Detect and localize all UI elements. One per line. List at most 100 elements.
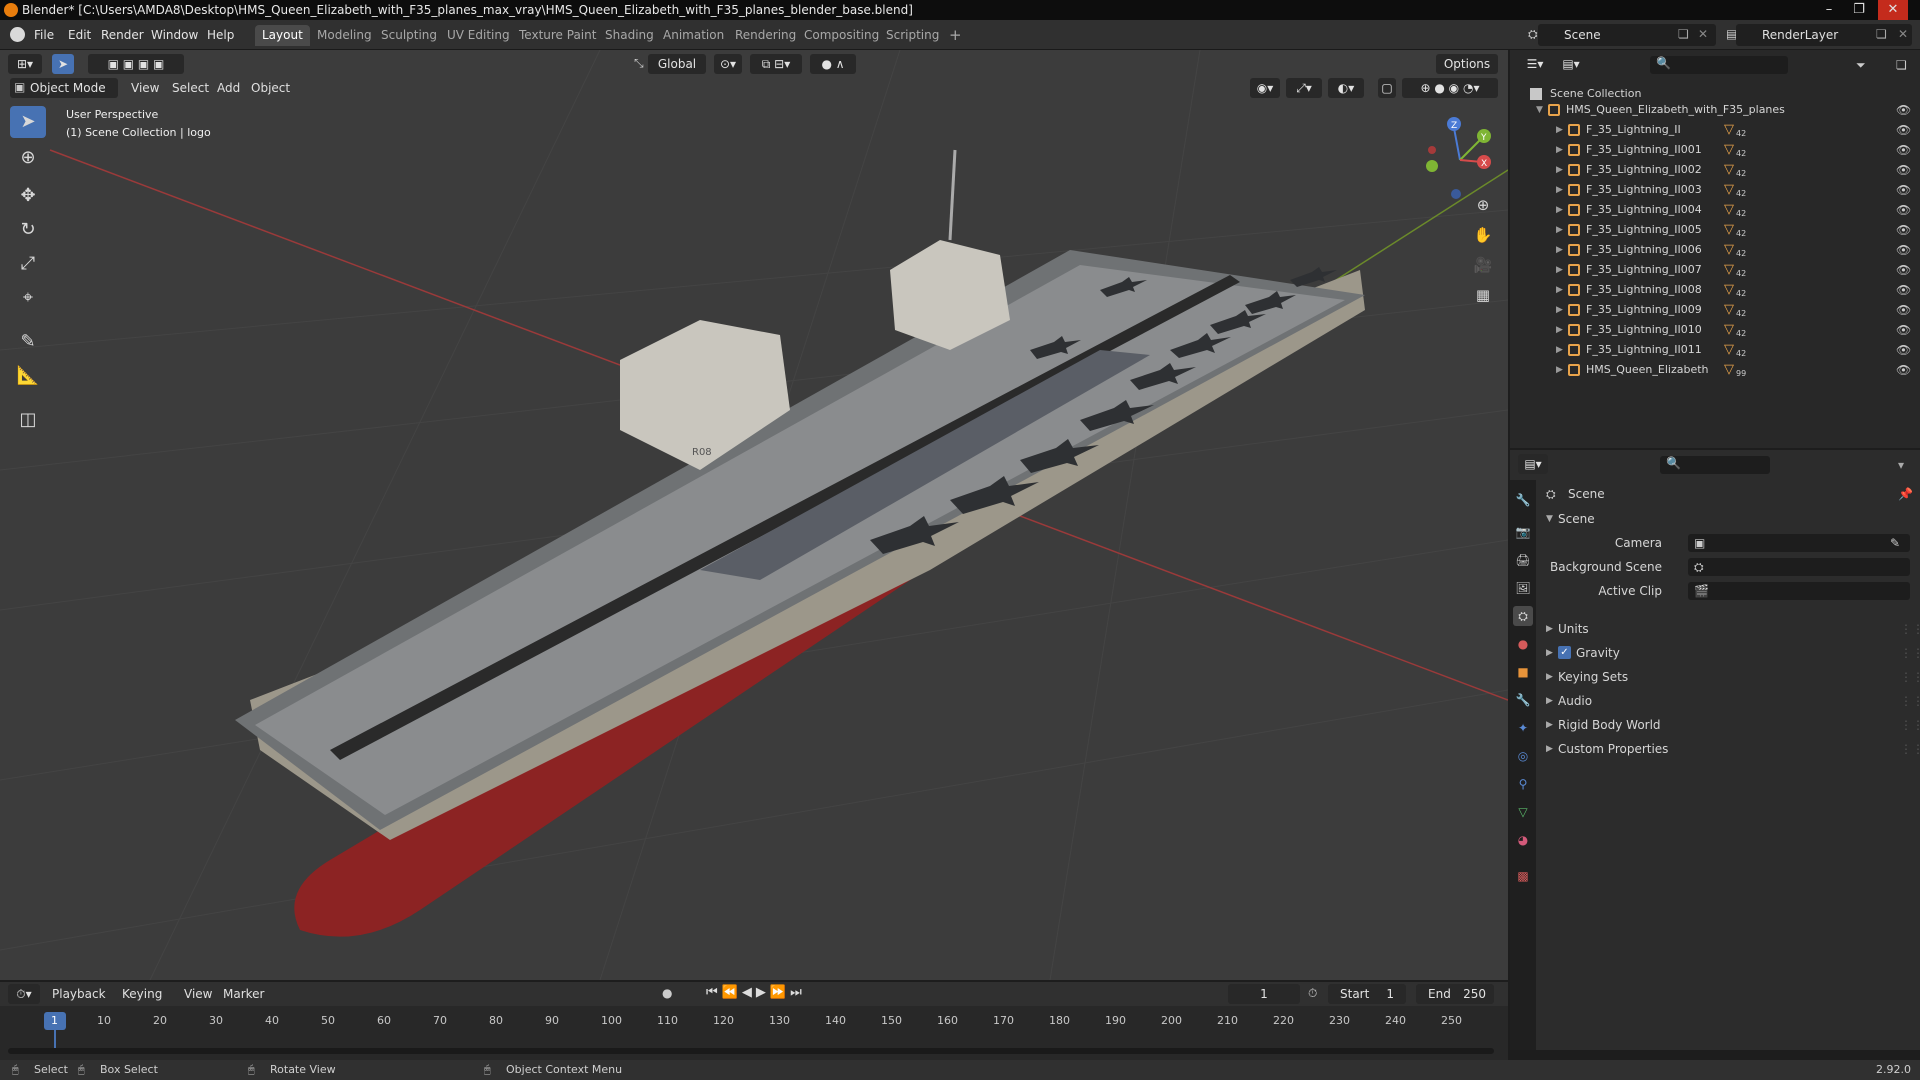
rotate-tool-icon[interactable]: ↻ [10,214,46,246]
3d-viewport[interactable]: R08 ⊞▾ ➤ ▣ ▣ ▣ ▣ ⤡ Global ⊙▾ ⧉ ⊟▾ ● ∧ Op… [0,50,1508,980]
visibility-eye-icon[interactable]: 👁 [1896,140,1911,160]
modifier-icon[interactable]: ▽ [1724,320,1734,340]
remove-view-layer-icon[interactable]: ✕ [1898,27,1908,41]
modifier-icon[interactable]: ▽ [1724,120,1734,140]
properties-options-icon[interactable]: ▾ [1898,458,1904,472]
modifier-icon[interactable]: ▽ [1724,280,1734,300]
new-collection-icon[interactable]: ❏ [1896,58,1907,72]
options-dropdown[interactable]: Options [1436,54,1498,74]
panel-rigid-body-world[interactable]: ▶ Rigid Body World ⋮⋮ [1536,714,1920,736]
timeline-editor-type[interactable]: ⏱▾ [8,984,40,1004]
background-scene-field[interactable] [1688,558,1910,576]
modifier-icon[interactable]: ▽ [1724,340,1734,360]
visibility-eye-icon[interactable]: 👁 [1896,160,1911,180]
snapping-toggle[interactable]: ⧉ ⊟▾ [750,54,802,74]
start-frame-field[interactable]: Start 1 [1328,984,1406,1004]
material-tab-icon[interactable]: ◕ [1513,830,1533,850]
panel-custom-properties[interactable]: ▶ Custom Properties ⋮⋮ [1536,738,1920,760]
drag-handle-icon[interactable]: ⋮⋮ [1900,666,1920,688]
expand-triangle-icon[interactable]: ▶ [1556,120,1563,140]
visibility-eye-icon[interactable]: 👁 [1896,200,1911,220]
expand-triangle-icon[interactable]: ▶ [1556,320,1563,340]
select-box-tool-icon[interactable]: ➤ [10,106,46,138]
expand-triangle-icon[interactable]: ▶ [1556,140,1563,160]
display-mode-dropdown[interactable]: ▤▾ [1556,54,1586,74]
expand-triangle-icon[interactable]: ▶ [1556,200,1563,220]
data-tab-icon[interactable]: ▽ [1513,802,1533,822]
modifier-icon[interactable]: ▽ [1724,220,1734,240]
playback-controls[interactable]: ⏮⏪◀▶⏩⏭ [706,985,806,1000]
cursor-tool-icon[interactable]: ⊕ [10,142,46,174]
new-view-layer-icon[interactable]: ❏ [1876,27,1887,41]
outliner-object-row[interactable]: ▶ HMS_Queen_Elizabeth ▽ 99 👁 [1510,360,1920,380]
record-icon[interactable]: ● [662,986,672,1000]
drag-handle-icon[interactable]: ⋮⋮ [1900,618,1920,640]
shading-mode-buttons[interactable]: ⊕ ● ◉ ◔▾ [1402,78,1498,98]
expand-triangle-icon[interactable]: ▶ [1546,618,1553,640]
menu-help[interactable]: Help [207,28,234,42]
visibility-eye-icon[interactable]: 👁 [1896,300,1911,320]
measure-tool-icon[interactable]: 📐 [10,360,46,392]
scene-tab-icon[interactable]: ⛭ [1513,606,1533,626]
stopwatch-icon[interactable]: ⏱ [1308,986,1317,1001]
modifier-icon[interactable]: ▽ [1724,300,1734,320]
overlays-toggle[interactable]: ◐▾ [1328,78,1364,98]
tab-sculpting[interactable]: Sculpting [374,25,444,46]
object-mode-dropdown[interactable]: Object Mode [10,78,118,98]
expand-triangle-icon[interactable]: ▶ [1546,666,1553,688]
viewport-menu-add[interactable]: Add [217,77,240,99]
visibility-dropdown[interactable]: ◉▾ [1250,78,1280,98]
modifier-icon[interactable]: ▽ [1724,260,1734,280]
render-tab-icon[interactable]: 📷 [1513,522,1533,542]
close-button[interactable]: ✕ [1878,0,1908,20]
properties-editor-type[interactable]: ▤▾ [1518,454,1548,474]
physics-tab-icon[interactable]: ◎ [1513,746,1533,766]
outliner-object-row[interactable]: ▶ F_35_Lightning_II ▽ 42 👁 [1510,120,1920,140]
menu-window[interactable]: Window [151,28,198,42]
expand-triangle-icon[interactable]: ▶ [1556,360,1563,380]
transform-orientation-dropdown[interactable]: Global [648,54,706,74]
gizmo-neg-y[interactable] [1426,160,1438,172]
viewport-menu-object[interactable]: Object [251,77,290,99]
view-layer-tab-icon[interactable]: 🖼 [1513,578,1533,598]
gizmo-toggle[interactable]: ⤢▾ [1286,78,1322,98]
constraints-tab-icon[interactable]: ⚲ [1513,774,1533,794]
outliner-object-row[interactable]: ▶ F_35_Lightning_II010 ▽ 42 👁 [1510,320,1920,340]
viewport-menu-view[interactable]: View [131,77,159,99]
outliner-object-row[interactable]: ▶ F_35_Lightning_II003 ▽ 42 👁 [1510,180,1920,200]
blender-menu-icon[interactable] [10,27,25,42]
add-cube-tool-icon[interactable]: ◫ [10,404,46,436]
panel-gravity[interactable]: ▶ ✓ Gravity ⋮⋮ [1536,642,1920,664]
panel-units[interactable]: ▶ Units ⋮⋮ [1536,618,1920,640]
expand-triangle-icon[interactable]: ▶ [1556,300,1563,320]
modifier-tab-icon[interactable]: 🔧 [1513,690,1533,710]
tab-modeling[interactable]: Modeling [310,25,379,46]
active-clip-field[interactable] [1688,582,1910,600]
expand-triangle-icon[interactable]: ▶ [1546,642,1553,664]
camera-view-icon[interactable]: 🎥 [1470,252,1496,278]
output-tab-icon[interactable]: 🖨 [1513,550,1533,570]
visibility-eye-icon[interactable]: 👁 [1896,180,1911,200]
tab-texture-paint[interactable]: Texture Paint [512,25,603,46]
move-tool-icon[interactable]: ✥ [10,180,46,212]
tab-animation[interactable]: Animation [656,25,731,46]
outliner-collection-row[interactable]: ▼ HMS_Queen_Elizabeth_with_F35_planes 👁 [1510,100,1920,120]
properties-search-input[interactable]: 🔍 [1660,456,1770,474]
panel-audio[interactable]: ▶ Audio ⋮⋮ [1536,690,1920,712]
camera-field[interactable] [1688,534,1910,552]
zoom-icon[interactable]: ⊕ [1470,192,1496,218]
outliner-object-row[interactable]: ▶ F_35_Lightning_II001 ▽ 42 👁 [1510,140,1920,160]
drag-handle-icon[interactable]: ⋮⋮ [1900,642,1920,664]
tab-uv-editing[interactable]: UV Editing [440,25,517,46]
select-tool-icon[interactable]: ➤ [52,54,74,74]
eyedropper-icon[interactable]: ✎ [1890,532,1900,554]
drag-handle-icon[interactable]: ⋮⋮ [1900,714,1920,736]
new-scene-icon[interactable]: ❏ [1678,27,1689,41]
viewport-menu-select[interactable]: Select [172,77,209,99]
gizmo-neg-z[interactable] [1451,189,1461,199]
drag-handle-icon[interactable]: ⋮⋮ [1900,738,1920,760]
tab-rendering[interactable]: Rendering [728,25,803,46]
outliner-object-row[interactable]: ▶ F_35_Lightning_II009 ▽ 42 👁 [1510,300,1920,320]
remove-scene-icon[interactable]: ✕ [1698,27,1708,41]
modifier-icon[interactable]: ▽ [1724,360,1734,380]
